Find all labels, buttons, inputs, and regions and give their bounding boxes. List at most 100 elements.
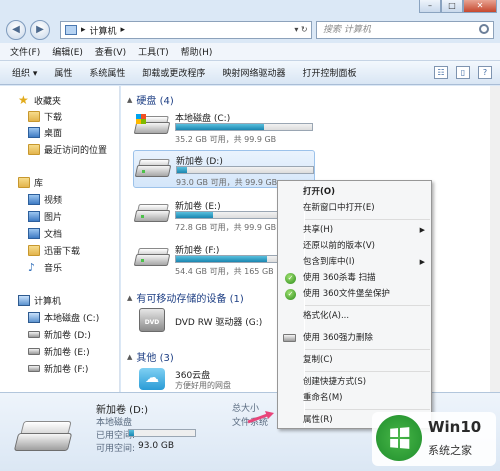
drive-icon xyxy=(283,334,296,342)
sidebar-item-drive-c[interactable]: 本地磁盘 (C:) xyxy=(28,309,99,325)
menu-item-copy[interactable]: 复制(C) xyxy=(278,352,431,368)
menu-separator xyxy=(305,219,430,220)
sidebar-item-label: 本地磁盘 (C:) xyxy=(44,313,100,324)
drive-free-space: 72.8 GB 可用，共 99.9 GB xyxy=(175,223,277,232)
menu-item-create-shortcut[interactable]: 创建快捷方式(S) xyxy=(278,374,431,390)
watermark-subtitle: 系统之家 xyxy=(428,444,472,457)
group-title: 硬盘 (4) xyxy=(136,96,174,107)
group-header-other[interactable]: ▲ 其他 (3) xyxy=(127,349,174,365)
sidebar-item-drive-f[interactable]: 新加卷 (F:) xyxy=(28,360,88,376)
breadcrumb-computer[interactable]: 计算机 xyxy=(90,24,117,37)
organize-button[interactable]: 组织 ▾ xyxy=(12,66,37,79)
sidebar-item-downloads[interactable]: 下载 xyxy=(28,108,62,124)
star-icon: ★ xyxy=(18,92,29,107)
sidebar-item-drive-d[interactable]: 新加卷 (D:) xyxy=(28,326,91,342)
sidebar-item-music[interactable]: ♪ 音乐 xyxy=(28,259,62,275)
sidebar-item-documents[interactable]: 文档 xyxy=(28,225,62,241)
menu-tools[interactable]: 工具(T) xyxy=(138,45,169,58)
properties-button[interactable]: 属性 xyxy=(54,66,72,79)
system-properties-button[interactable]: 系统属性 xyxy=(89,66,125,79)
video-icon xyxy=(28,193,40,205)
drive-icon xyxy=(28,364,40,372)
sidebar-item-label: 视频 xyxy=(44,195,63,206)
refresh-button[interactable]: ▾ ↻ xyxy=(290,21,312,39)
sidebar-computer[interactable]: 计算机 xyxy=(18,292,61,308)
back-button[interactable]: ◀ xyxy=(6,20,26,40)
menu-item-include-library[interactable]: 包含到库中(I) ▶ xyxy=(278,254,431,270)
menu-separator xyxy=(305,371,430,372)
desktop-icon xyxy=(28,126,40,138)
dvd-drive-icon: DVD xyxy=(139,308,165,332)
uninstall-button[interactable]: 卸载或更改程序 xyxy=(142,66,205,79)
watermark-logo: Win10 系统之家 xyxy=(372,412,496,466)
sidebar-item-videos[interactable]: 视频 xyxy=(28,191,62,207)
menu-file[interactable]: 文件(F) xyxy=(10,45,40,58)
downloads-folder-icon xyxy=(28,110,40,122)
menu-item-share[interactable]: 共享(H) ▶ xyxy=(278,222,431,238)
sidebar-libraries-label: 库 xyxy=(34,178,44,189)
address-bar[interactable]: ▸ 计算机 ▸ xyxy=(60,21,312,39)
sidebar-item-label: 迅雷下载 xyxy=(44,246,81,257)
preview-pane-icon[interactable]: ▯ xyxy=(456,66,470,79)
sidebar-computer-label: 计算机 xyxy=(34,296,62,307)
watermark-title: Win10 xyxy=(428,418,482,436)
sidebar-item-label: 图片 xyxy=(44,212,63,223)
sidebar-item-thunder[interactable]: 迅雷下载 xyxy=(28,242,80,258)
open-control-panel-button[interactable]: 打开控制面板 xyxy=(302,66,356,79)
view-options-icon[interactable]: ☷ xyxy=(434,66,448,79)
group-header-removable[interactable]: ▲ 有可移动存储的设备 (1) xyxy=(127,290,244,306)
sidebar-item-label: 文档 xyxy=(44,229,63,240)
close-button[interactable]: ✕ xyxy=(463,0,497,13)
windows-logo-icon xyxy=(376,415,422,461)
sidebar-favorites[interactable]: ★ 收藏夹 xyxy=(18,92,61,108)
minimize-button[interactable]: – xyxy=(419,0,441,13)
sidebar-item-desktop[interactable]: 桌面 xyxy=(28,124,62,140)
search-input[interactable]: 搜索 计算机 xyxy=(316,21,494,39)
menu-edit[interactable]: 编辑(E) xyxy=(52,45,83,58)
sidebar-item-recent[interactable]: 最近访问的位置 xyxy=(28,141,107,157)
sidebar-item-label: 新加卷 (F:) xyxy=(44,364,89,375)
maximize-button[interactable]: □ xyxy=(441,0,463,13)
help-icon[interactable]: ? xyxy=(478,66,492,79)
menu-item-open[interactable]: 打开(O) xyxy=(278,184,431,200)
cloud-icon: ☁ xyxy=(139,368,165,390)
menu-separator xyxy=(305,305,430,306)
computer-icon xyxy=(65,25,77,35)
drive-icon xyxy=(28,347,40,355)
menu-help[interactable]: 帮助(H) xyxy=(181,45,213,58)
drive-icon xyxy=(13,417,74,457)
search-placeholder: 搜索 计算机 xyxy=(323,25,371,35)
menu-item-rename[interactable]: 重命名(M) xyxy=(278,390,431,406)
search-icon xyxy=(479,24,489,34)
group-title: 有可移动存储的设备 (1) xyxy=(136,294,244,305)
menu-item-360-scan[interactable]: ✓ 使用 360杀毒 扫描 xyxy=(278,270,431,286)
breadcrumb-root-arrow[interactable]: ▸ xyxy=(81,25,86,35)
sidebar-libraries[interactable]: 库 xyxy=(18,174,43,190)
menu-item-format[interactable]: 格式化(A)... xyxy=(278,308,431,324)
sidebar-item-label: 新加卷 (E:) xyxy=(44,347,90,358)
menu-view[interactable]: 查看(V) xyxy=(95,45,126,58)
document-icon xyxy=(28,227,40,239)
forward-button[interactable]: ▶ xyxy=(30,20,50,40)
menu-item-open-new-window[interactable]: 在新窗口中打开(E) xyxy=(278,200,431,216)
breadcrumb-arrow[interactable]: ▸ xyxy=(121,25,126,35)
sidebar-item-drive-e[interactable]: 新加卷 (E:) xyxy=(28,343,90,359)
scrollbar[interactable] xyxy=(490,86,500,392)
explorer-window: – □ ✕ ◀ ▶ ▸ 计算机 ▸ ▾ ↻ 搜索 计算机 文件(F) 编辑(E)… xyxy=(0,0,500,471)
collapse-arrow-icon: ▲ xyxy=(127,352,133,361)
group-header-hard-drives[interactable]: ▲ 硬盘 (4) xyxy=(127,92,174,108)
details-free-value: 93.0 GB xyxy=(138,441,175,451)
system-drive-icon xyxy=(28,311,40,323)
details-drive-name: 新加卷 (D:) xyxy=(96,405,149,416)
sidebar-item-pictures[interactable]: 图片 xyxy=(28,208,62,224)
menu-item-restore-versions[interactable]: 还原以前的版本(V) xyxy=(278,238,431,254)
menu-item-360-force-delete[interactable]: 使用 360强力删除 xyxy=(278,330,431,346)
menu-item-360-vault[interactable]: ✓ 使用 360文件堡垒保护 xyxy=(278,286,431,302)
drive-item-c[interactable]: 本地磁盘 (C:) 35.2 GB 可用，共 99.9 GB xyxy=(133,108,315,146)
picture-icon xyxy=(28,210,40,222)
drive-free-space: 35.2 GB 可用，共 99.9 GB xyxy=(175,135,277,144)
sidebar-item-label: 最近访问的位置 xyxy=(44,145,108,156)
pointer-arrow-icon xyxy=(247,411,274,424)
submenu-arrow-icon: ▶ xyxy=(419,226,425,234)
map-network-drive-button[interactable]: 映射网络驱动器 xyxy=(222,66,285,79)
